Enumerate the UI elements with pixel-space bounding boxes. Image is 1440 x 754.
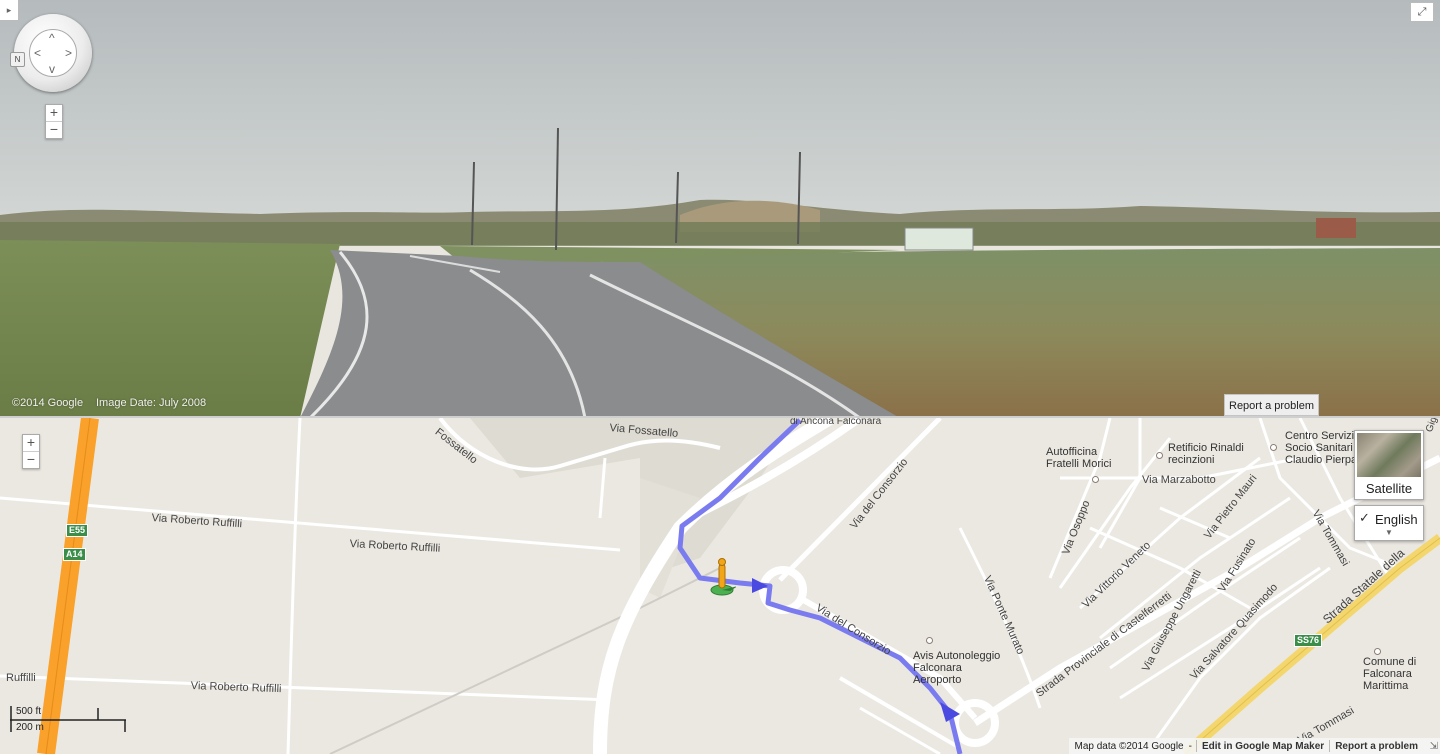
poi-autofficina[interactable]: Autofficina Fratelli Morici bbox=[1046, 446, 1111, 470]
poi-label: Claudio Pierpa bbox=[1285, 454, 1358, 466]
pan-left-icon[interactable]: < bbox=[34, 47, 41, 59]
poi-label: Fratelli Morici bbox=[1046, 458, 1112, 470]
pegman-icon[interactable] bbox=[708, 558, 736, 598]
map-report-problem-link[interactable]: Report a problem bbox=[1330, 741, 1440, 752]
map-zoom-in-button[interactable]: + bbox=[23, 435, 39, 451]
map-view[interactable]: Fossatello Via Fossatello di Ancona Falc… bbox=[0, 418, 1440, 754]
poi-label: Avis Autonoleggio bbox=[913, 650, 1001, 662]
poi-label: Marittima bbox=[1363, 680, 1409, 692]
poi-marker-icon[interactable] bbox=[1270, 444, 1277, 451]
poi-label: Aeroporto bbox=[913, 674, 962, 686]
scale-metric: 200 m bbox=[16, 722, 44, 733]
street-view-panorama[interactable]: ▸ ⤢ ^ v < > N + − ©2014 Google Image Dat… bbox=[0, 0, 1440, 418]
road-label: Ruffilli bbox=[6, 672, 36, 684]
sv-report-problem-button[interactable]: Report a problem bbox=[1224, 394, 1319, 416]
poi-label: Falconara bbox=[913, 662, 962, 674]
compass-north-icon[interactable]: N bbox=[10, 52, 25, 67]
poi-avis[interactable]: Avis Autonoleggio Falconara Aeroporto bbox=[913, 650, 1000, 686]
highway-shield-a14: A14 bbox=[63, 548, 86, 561]
pan-up-icon[interactable]: ^ bbox=[49, 32, 55, 44]
road-label: di Ancona Falconara bbox=[790, 418, 882, 427]
sv-zoom-in-button[interactable]: + bbox=[46, 105, 62, 121]
fullscreen-icon[interactable]: ⤢ bbox=[1410, 2, 1434, 22]
pan-down-icon[interactable]: v bbox=[49, 63, 55, 75]
poi-marker-icon[interactable] bbox=[926, 637, 933, 644]
satellite-label: Satellite bbox=[1365, 481, 1413, 496]
poi-label: Comune di bbox=[1363, 656, 1417, 668]
street-view-image bbox=[0, 0, 1440, 416]
poi-centro-servizi[interactable]: Centro Servizi Socio Sanitari Claudio Pi… bbox=[1285, 430, 1357, 466]
sv-zoom-out-button[interactable]: − bbox=[46, 121, 62, 138]
map-zoom-out-button[interactable]: − bbox=[23, 451, 39, 468]
language-dropdown[interactable]: ✓ English ▼ bbox=[1354, 505, 1424, 541]
satellite-thumbnail bbox=[1357, 433, 1421, 477]
road-label: Via Marzabotto bbox=[1142, 474, 1216, 486]
scale-imperial: 500 ft bbox=[16, 706, 42, 717]
expand-tab[interactable]: ▸ bbox=[0, 0, 19, 21]
map-data-attribution: Map data ©2014 Google bbox=[1074, 740, 1184, 752]
poi-retificio[interactable]: Retificio Rinaldi recinzioni bbox=[1168, 442, 1244, 466]
poi-label: Autofficina bbox=[1046, 446, 1098, 458]
satellite-toggle-button[interactable]: Satellite bbox=[1354, 430, 1424, 500]
language-label: English bbox=[1375, 512, 1418, 527]
poi-marker-icon[interactable] bbox=[1092, 476, 1099, 483]
pan-right-icon[interactable]: > bbox=[65, 47, 72, 59]
sv-zoom-control: + − bbox=[45, 104, 63, 139]
resize-grip-icon[interactable]: ⇲ bbox=[1430, 741, 1438, 752]
poi-label: Falconara bbox=[1363, 668, 1412, 680]
scale-bar: 500 ft 200 m bbox=[10, 704, 128, 734]
poi-label: Centro Servizi bbox=[1285, 430, 1355, 442]
pan-control[interactable]: ^ v < > N bbox=[10, 14, 92, 92]
edit-map-maker-link[interactable]: Edit in Google Map Maker bbox=[1197, 741, 1329, 752]
poi-marker-icon[interactable] bbox=[1374, 648, 1381, 655]
chevron-down-icon: ▼ bbox=[1385, 528, 1393, 537]
poi-label: Retificio Rinaldi bbox=[1168, 442, 1244, 454]
map-zoom-control: + − bbox=[22, 434, 40, 469]
sv-copyright: ©2014 Google bbox=[12, 397, 84, 409]
checkmark-icon: ✓ bbox=[1359, 510, 1370, 525]
poi-marker-icon[interactable] bbox=[1156, 452, 1163, 459]
highway-shield-e55: E55 bbox=[66, 524, 89, 537]
map-footer: Map data ©2014 Google - Edit in Google M… bbox=[1069, 738, 1440, 754]
road-shield-ss76: SS76 bbox=[1294, 634, 1323, 647]
poi-label: recinzioni bbox=[1168, 454, 1215, 466]
poi-label: Socio Sanitari bbox=[1285, 442, 1353, 454]
poi-comune[interactable]: Comune di Falconara Marittima bbox=[1363, 656, 1416, 692]
footer-dash: - bbox=[1188, 740, 1192, 752]
pan-control-inner[interactable]: ^ v < > bbox=[29, 29, 77, 77]
sv-image-date: Image Date: July 2008 bbox=[96, 397, 207, 409]
